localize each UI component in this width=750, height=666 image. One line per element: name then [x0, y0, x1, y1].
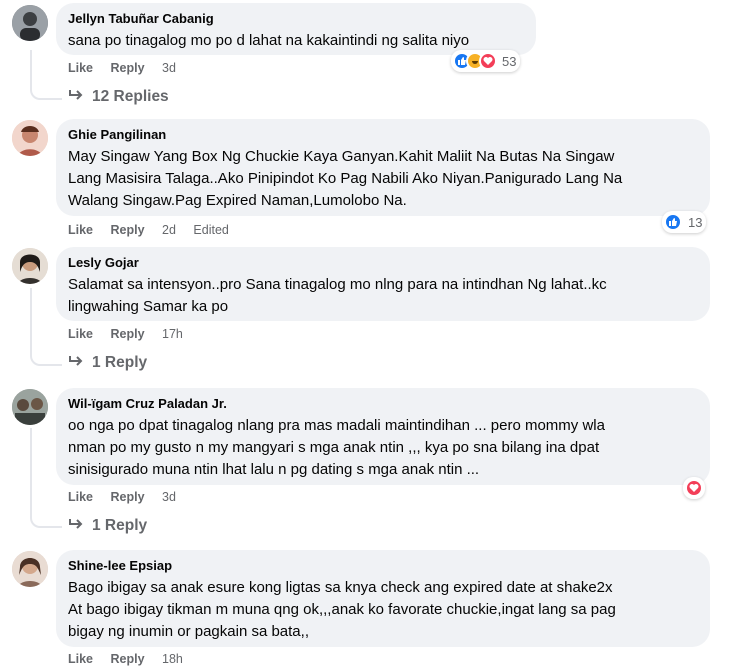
- reply-link[interactable]: Reply: [111, 61, 145, 75]
- reaction-summary[interactable]: [683, 477, 705, 499]
- reaction-count: 53: [502, 53, 517, 69]
- comment-author[interactable]: Lesly Gojar: [68, 255, 698, 271]
- reaction-summary[interactable]: 53: [451, 50, 521, 72]
- reaction-count: 13: [688, 214, 703, 230]
- thread-line: [30, 50, 62, 100]
- edited-label: Edited: [193, 223, 229, 237]
- reply-arrow-icon: [68, 88, 84, 106]
- comment-bubble: Lesly Gojar Salamat sa intensyon..pro Sa…: [56, 247, 710, 321]
- reply-arrow-icon: [68, 354, 84, 372]
- comment-author[interactable]: Jellyn Tabuñar Cabanig: [68, 11, 524, 27]
- timestamp[interactable]: 3d: [162, 490, 176, 504]
- comment-bubble: Wil-ïgam Cruz Paladan Jr. oo nga po dpat…: [56, 388, 710, 485]
- comment-author[interactable]: Wil-ïgam Cruz Paladan Jr.: [68, 396, 698, 412]
- comment-actions: Like Reply 3d: [68, 490, 190, 504]
- comment-author[interactable]: Shine-lee Epsiap: [68, 558, 698, 574]
- comment-text: oo nga po dpat tinagalog nlang pra mas m…: [68, 417, 605, 478]
- replies-label: 12 Replies: [92, 88, 169, 105]
- comment-bubble: Ghie Pangilinan May Singaw Yang Box Ng C…: [56, 119, 710, 216]
- like-link[interactable]: Like: [68, 61, 93, 75]
- love-icon: [685, 479, 703, 497]
- avatar[interactable]: [12, 5, 48, 41]
- view-replies-link[interactable]: 1 Reply: [68, 354, 147, 372]
- reply-arrow-icon: [68, 517, 84, 535]
- comment-actions: Like Reply 3d: [68, 61, 190, 75]
- avatar[interactable]: [12, 120, 48, 156]
- comment-text: May Singaw Yang Box Ng Chuckie Kaya Gany…: [68, 148, 623, 209]
- like-icon: [664, 213, 682, 231]
- reply-link[interactable]: Reply: [111, 327, 145, 341]
- like-link[interactable]: Like: [68, 327, 93, 341]
- comment-bubble: Jellyn Tabuñar Cabanig sana po tinagalog…: [56, 3, 536, 55]
- view-replies-link[interactable]: 12 Replies: [68, 88, 169, 106]
- timestamp[interactable]: 17h: [162, 327, 183, 341]
- comment-text: sana po tinagalog mo po d lahat na kakai…: [68, 32, 470, 49]
- love-icon: [479, 52, 497, 70]
- reaction-summary[interactable]: 13: [662, 211, 707, 233]
- like-link[interactable]: Like: [68, 223, 93, 237]
- avatar[interactable]: [12, 389, 48, 425]
- reply-link[interactable]: Reply: [111, 490, 145, 504]
- reply-link[interactable]: Reply: [111, 223, 145, 237]
- view-replies-link[interactable]: 1 Reply: [68, 517, 147, 535]
- avatar[interactable]: [12, 248, 48, 284]
- like-link[interactable]: Like: [68, 490, 93, 504]
- comment-text: Bago ibigay sa anak esure kong ligtas sa…: [68, 579, 616, 640]
- timestamp[interactable]: 2d: [162, 223, 176, 237]
- replies-label: 1 Reply: [92, 354, 148, 371]
- comment-author[interactable]: Ghie Pangilinan: [68, 127, 698, 143]
- avatar[interactable]: [12, 551, 48, 587]
- comment-bubble: Shine-lee Epsiap Bago ibigay sa anak esu…: [56, 550, 710, 647]
- comment-text: Salamat sa intensyon..pro Sana tinagalog…: [68, 276, 607, 315]
- replies-label: 1 Reply: [92, 517, 148, 534]
- comment-actions: Like Reply 17h: [68, 327, 197, 341]
- comment-actions: Like Reply 2d Edited: [68, 223, 243, 237]
- timestamp[interactable]: 3d: [162, 61, 176, 75]
